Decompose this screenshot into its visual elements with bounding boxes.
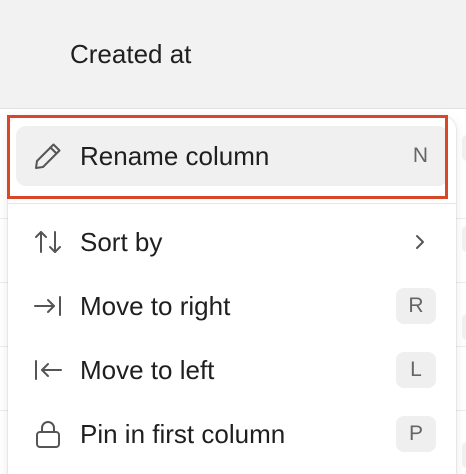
- menu-item-move-to-right[interactable]: Move to right R: [16, 276, 448, 336]
- menu-item-label: Pin in first column: [80, 419, 286, 449]
- sort-arrows-icon: [32, 226, 64, 258]
- table-cell-chip: [462, 442, 466, 468]
- menu-item-label: Move to left: [80, 355, 215, 385]
- shortcut-key: N: [412, 144, 428, 167]
- lock-icon: [32, 418, 64, 450]
- table-cell-chip: [462, 314, 466, 340]
- arrow-left-bar-icon: [32, 354, 64, 386]
- pencil-icon: [32, 140, 64, 172]
- screen: Created at Rename column N Sort by Move …: [0, 0, 466, 474]
- menu-item-label: Move to right: [80, 291, 231, 321]
- shortcut-key-badge: L: [396, 352, 436, 388]
- shortcut-key-badge: P: [396, 416, 436, 452]
- menu-item-move-to-left[interactable]: Move to left L: [16, 340, 448, 400]
- arrow-right-bar-icon: [32, 290, 64, 322]
- table-cell-chip: [462, 226, 466, 252]
- table-cell-chip: [462, 135, 466, 161]
- menu-item-pin-in-first-column[interactable]: Pin in first column P: [16, 404, 448, 464]
- menu-item-label: Rename column: [80, 141, 270, 171]
- menu-item-label: Sort by: [80, 227, 163, 257]
- shortcut-key-badge: R: [396, 288, 436, 324]
- menu-item-sort-by[interactable]: Sort by: [16, 212, 448, 272]
- column-header-label[interactable]: Created at: [70, 36, 191, 72]
- table-header: Created at: [0, 0, 466, 109]
- menu-divider: [8, 203, 456, 204]
- chevron-right-icon: [412, 230, 428, 254]
- column-context-menu: Rename column N Sort by Move to right R …: [8, 116, 456, 474]
- menu-item-rename-column[interactable]: Rename column N: [16, 126, 448, 186]
